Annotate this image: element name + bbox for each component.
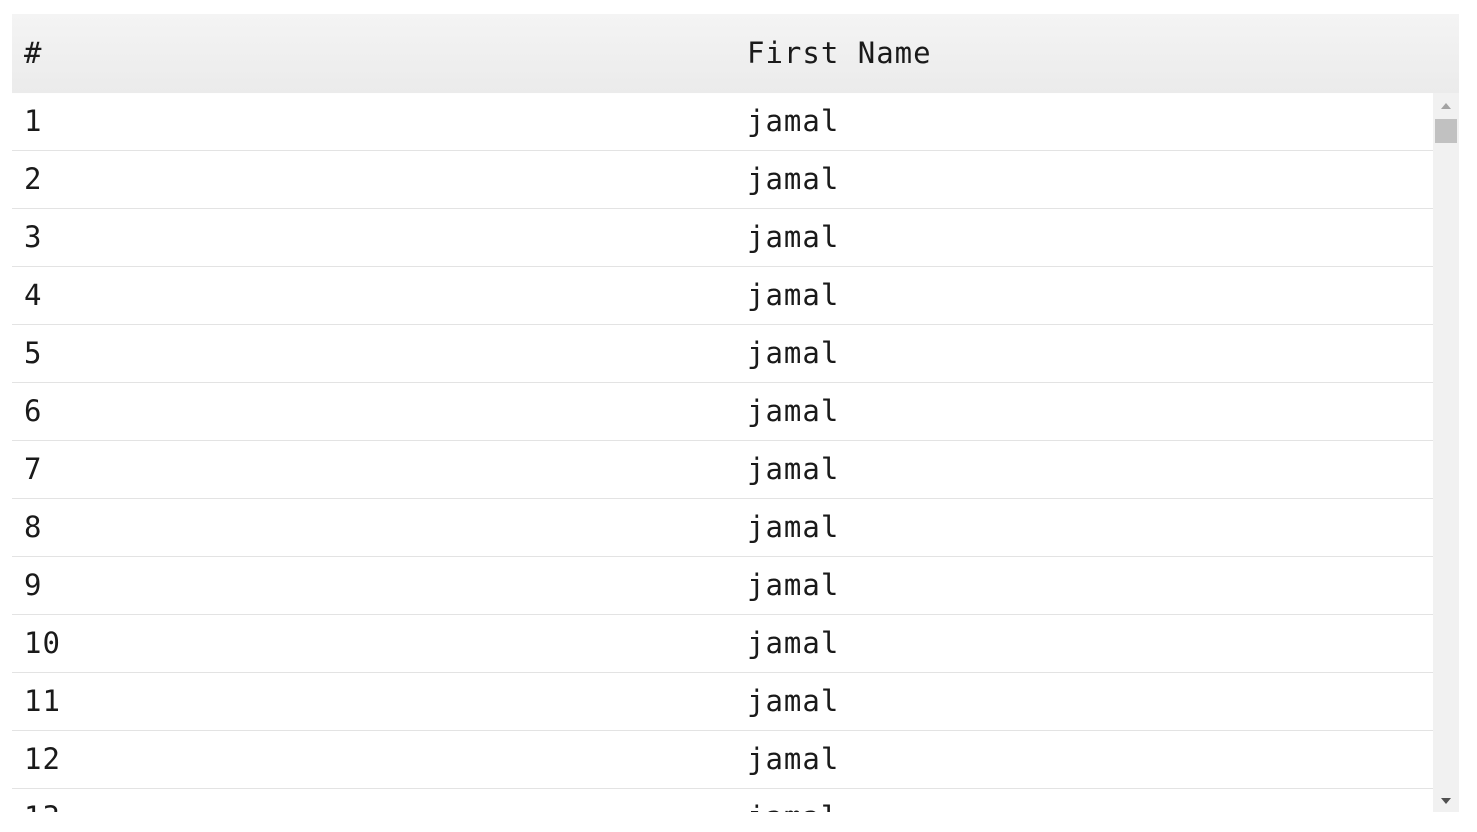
first-name-cell: jamal — [747, 162, 840, 196]
table-row[interactable]: 7 jamal — [12, 441, 1433, 499]
row-number-cell: 10 — [24, 626, 61, 660]
table-row[interactable]: 3 jamal — [12, 209, 1433, 267]
scroll-down-arrow-icon[interactable] — [1441, 798, 1451, 804]
table-row[interactable]: 2 jamal — [12, 151, 1433, 209]
table-body: 1 jamal 2 jamal 3 jamal 4 jamal 5 jamal 6 jama… — [12, 93, 1433, 812]
row-number-cell: 13 — [24, 789, 61, 812]
table-row[interactable]: 5 jamal — [12, 325, 1433, 383]
first-name-cell: jamal — [747, 742, 840, 776]
table-row[interactable]: 4 jamal — [12, 267, 1433, 325]
first-name-cell: jamal — [747, 626, 840, 660]
row-number-cell: 2 — [24, 162, 43, 196]
table-header: # First Name — [12, 14, 1459, 93]
data-table: # First Name 1 jamal 2 jamal 3 jamal 4 jamal… — [12, 14, 1459, 812]
table-row[interactable]: 12 jamal — [12, 731, 1433, 789]
first-name-cell: jamal — [747, 394, 840, 428]
table-row[interactable]: 11 jamal — [12, 673, 1433, 731]
table-row[interactable]: 6 jamal — [12, 383, 1433, 441]
first-name-cell: jamal — [747, 568, 840, 602]
row-number-cell: 12 — [24, 742, 61, 776]
scrollbar-thumb[interactable] — [1435, 119, 1457, 143]
first-name-cell: jamal — [747, 452, 840, 486]
vertical-scrollbar[interactable] — [1433, 93, 1459, 812]
row-number-cell: 9 — [24, 568, 43, 602]
first-name-cell: jamal — [747, 336, 840, 370]
table-row[interactable]: 10 jamal — [12, 615, 1433, 673]
first-name-cell: jamal — [747, 104, 840, 138]
row-number-cell: 1 — [24, 104, 43, 138]
table-row[interactable]: 1 jamal — [12, 93, 1433, 151]
row-number-cell: 8 — [24, 510, 43, 544]
row-number-cell: 4 — [24, 278, 43, 312]
row-number-cell: 11 — [24, 684, 61, 718]
table-row[interactable]: 13 jamal — [12, 789, 1433, 812]
row-number-cell: 3 — [24, 220, 43, 254]
row-number-cell: 5 — [24, 336, 43, 370]
column-header-first-name[interactable]: First Name — [747, 14, 932, 93]
row-number-cell: 6 — [24, 394, 43, 428]
table-row[interactable]: 8 jamal — [12, 499, 1433, 557]
column-header-number[interactable]: # — [24, 14, 42, 93]
first-name-cell: jamal — [747, 684, 840, 718]
first-name-cell: jamal — [747, 220, 840, 254]
table-row[interactable]: 9 jamal — [12, 557, 1433, 615]
row-number-cell: 7 — [24, 452, 43, 486]
first-name-cell: jamal — [747, 789, 839, 812]
first-name-cell: jamal — [747, 278, 840, 312]
first-name-cell: jamal — [747, 510, 840, 544]
scroll-up-arrow-icon[interactable] — [1441, 103, 1451, 109]
